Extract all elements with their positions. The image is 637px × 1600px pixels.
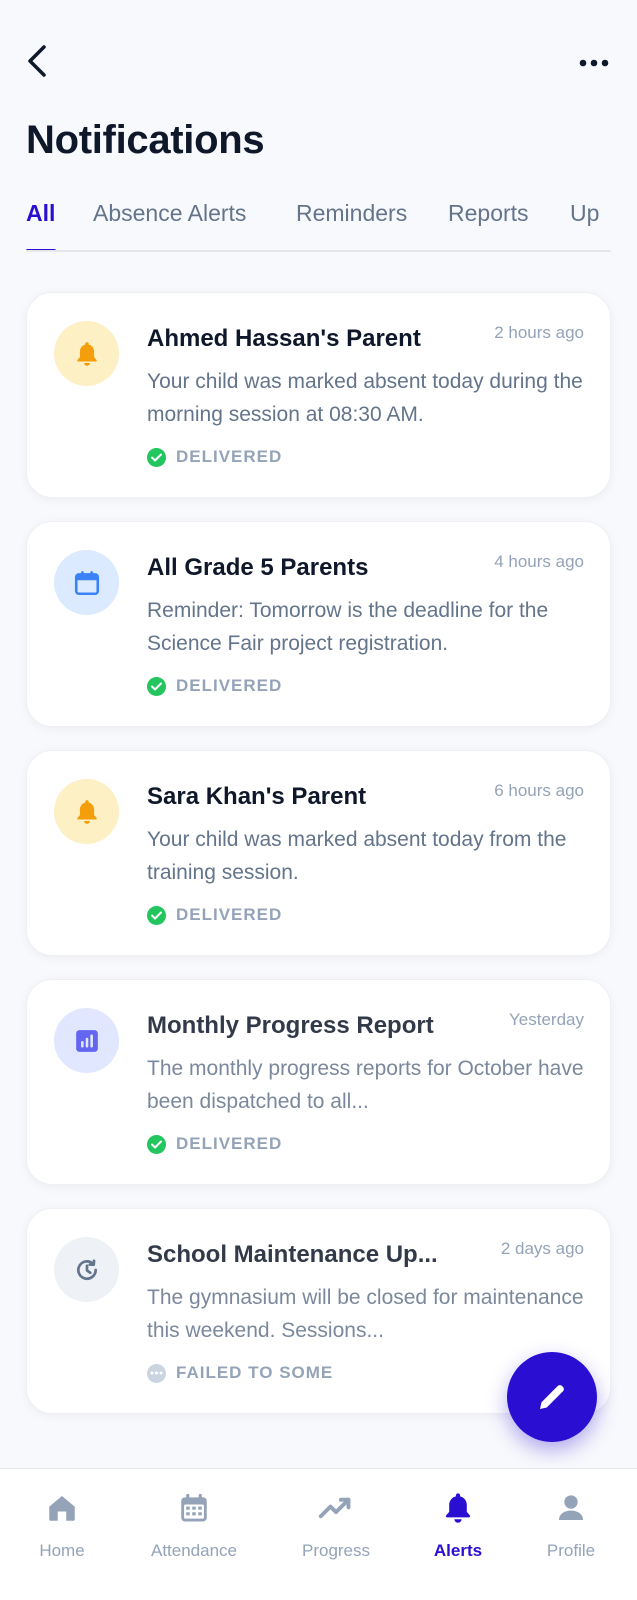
notification-card[interactable]: Monthly Progress Report Yesterday The mo…	[26, 979, 611, 1185]
pencil-icon	[540, 1385, 564, 1409]
bell-icon	[76, 341, 97, 366]
nav-label: Attendance	[150, 1541, 237, 1560]
notification-icon-badge	[54, 1237, 119, 1302]
more-horizontal-icon	[579, 59, 609, 67]
notification-icon-badge	[54, 550, 119, 615]
delivery-status: DELIVERED	[147, 905, 282, 925]
bell-icon	[76, 799, 97, 824]
back-button[interactable]	[20, 44, 54, 78]
notification-time: 2 hours ago	[494, 323, 584, 342]
filter-tabs: All Absence Alerts Reminders Reports Up	[26, 192, 611, 252]
check-circle-icon	[147, 1134, 166, 1154]
notification-icon-badge	[54, 779, 119, 844]
nav-label: Profile	[546, 1541, 596, 1560]
chart-icon	[75, 1029, 98, 1052]
notification-recipient: Monthly Progress Report	[147, 1012, 434, 1039]
delivery-status: DELIVERED	[147, 447, 282, 467]
active-tab-indicator	[26, 249, 56, 250]
notification-recipient: Ahmed Hassan's Parent	[147, 325, 421, 352]
status-label: DELIVERED	[176, 447, 283, 466]
user-icon	[559, 1495, 583, 1520]
tab-absence-alerts[interactable]: Absence Alerts	[93, 200, 246, 227]
nav-item-attendance[interactable]: Attendance	[134, 1487, 254, 1561]
delivery-status: DELIVERED	[147, 676, 282, 696]
notification-card[interactable]: All Grade 5 Parents 4 hours ago Reminder…	[26, 521, 611, 727]
notification-recipient: All Grade 5 Parents	[147, 554, 369, 581]
tab-reminders[interactable]: Reminders	[296, 200, 407, 227]
delivery-status: FAILED TO SOME	[147, 1363, 333, 1383]
history-icon	[76, 1258, 97, 1280]
notification-card[interactable]: Ahmed Hassan's Parent 2 hours ago Your c…	[26, 292, 611, 498]
notification-card[interactable]: Sara Khan's Parent 6 hours ago Your chil…	[26, 750, 611, 956]
notification-message: Your child was marked absent today durin…	[147, 370, 583, 426]
notification-icon-badge	[54, 1008, 119, 1073]
notification-message: The gymnasium will be closed for mainten…	[147, 1286, 584, 1342]
delivery-status: DELIVERED	[147, 1134, 282, 1154]
status-label: FAILED TO SOME	[176, 1363, 334, 1382]
page-title: Notifications	[26, 118, 265, 162]
home-icon	[49, 1495, 75, 1521]
nav-label: Home	[39, 1541, 85, 1560]
tab-updates[interactable]: Up	[570, 200, 599, 227]
tab-reports[interactable]: Reports	[448, 200, 529, 227]
status-label: DELIVERED	[176, 905, 283, 924]
header	[0, 0, 637, 120]
check-circle-icon	[147, 676, 166, 696]
notification-recipient: School Maintenance Up...	[147, 1241, 438, 1268]
nav-item-progress[interactable]: Progress	[276, 1487, 396, 1561]
more-circle-icon	[147, 1363, 166, 1383]
notification-time: Yesterday	[509, 1010, 584, 1029]
status-label: DELIVERED	[176, 1134, 283, 1153]
check-circle-icon	[147, 447, 166, 467]
notification-time: 6 hours ago	[494, 781, 584, 800]
nav-label: Progress	[301, 1541, 371, 1560]
notification-message: The monthly progress reports for October…	[147, 1057, 584, 1113]
compose-button[interactable]	[507, 1352, 597, 1442]
notification-time: 2 days ago	[500, 1239, 584, 1258]
calendar-icon	[74, 570, 99, 595]
status-label: DELIVERED	[176, 676, 283, 695]
notifications-screen: Notifications All Absence Alerts Reminde…	[0, 0, 637, 1600]
bell-icon	[445, 1493, 471, 1523]
notification-icon-badge	[54, 321, 119, 386]
notification-list: Ahmed Hassan's Parent 2 hours ago Your c…	[26, 292, 611, 1437]
nav-label: Alerts	[433, 1541, 483, 1560]
chevron-left-icon	[28, 45, 46, 77]
more-options-button[interactable]	[577, 48, 611, 78]
nav-item-home[interactable]: Home	[2, 1487, 122, 1561]
notification-message: Your child was marked absent today from …	[147, 828, 567, 884]
trending-up-icon	[318, 1497, 351, 1519]
nav-item-profile[interactable]: Profile	[511, 1487, 631, 1561]
notification-recipient: Sara Khan's Parent	[147, 783, 367, 810]
check-circle-icon	[147, 905, 166, 925]
notification-message: Reminder: Tomorrow is the deadline for t…	[147, 599, 549, 655]
notification-time: 4 hours ago	[494, 552, 584, 571]
nav-item-alerts[interactable]: Alerts	[398, 1487, 518, 1561]
calendar-icon	[181, 1493, 207, 1522]
tab-all[interactable]: All	[26, 200, 55, 227]
bottom-navigation: Home Attendance Progress Alerts Profile	[0, 1468, 637, 1600]
